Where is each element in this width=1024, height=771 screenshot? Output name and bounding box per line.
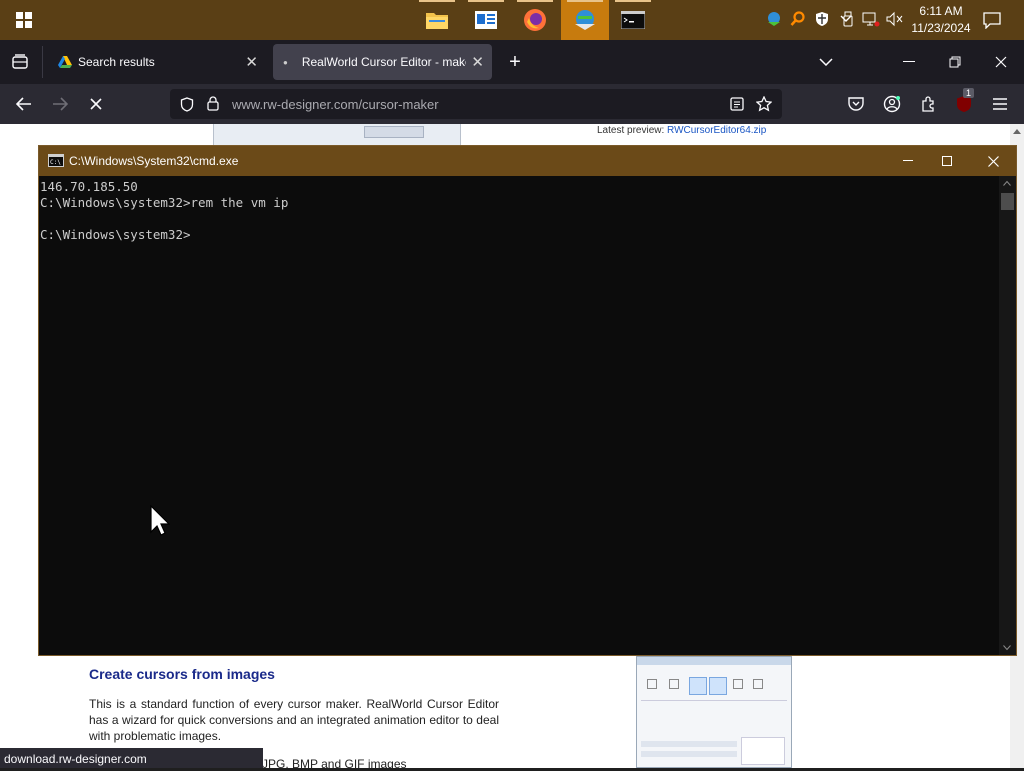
- close-icon: [90, 98, 102, 110]
- tray-clock[interactable]: 6:11 AM 11/23/2024: [908, 3, 974, 37]
- tray-shield-icon[interactable]: [813, 10, 831, 28]
- cmd-console-output[interactable]: 146.70.185.50 C:\Windows\system32>rem the…: [39, 176, 1001, 655]
- status-bar: download.rw-designer.com: [0, 748, 263, 768]
- account-icon: [883, 95, 901, 113]
- cmd-icon: C:\: [48, 154, 64, 167]
- pocket-button[interactable]: [844, 92, 868, 116]
- close-tab-icon[interactable]: ✕: [471, 53, 484, 71]
- latest-preview-line: Latest preview: RWCursorEditor64.zip: [597, 125, 766, 136]
- latest-preview-label: Latest preview:: [597, 125, 665, 136]
- tracking-shield-icon[interactable]: [180, 97, 194, 112]
- tab-label: Search results: [78, 55, 155, 69]
- taskbar-command-prompt[interactable]: [609, 0, 657, 40]
- partial-paragraph: JPG, BMP and GIF images: [262, 757, 407, 771]
- tab-label: RealWorld Cursor Editor - make: [301, 55, 466, 69]
- restore-icon: [949, 56, 961, 68]
- cursor-editor-screenshot: [636, 656, 792, 768]
- arrow-right-icon: [53, 97, 68, 111]
- news-icon: [475, 11, 497, 29]
- tab-realworld-cursor-editor[interactable]: ● RealWorld Cursor Editor - make ✕: [273, 44, 492, 80]
- console-line: 146.70.185.50: [40, 179, 138, 194]
- browser-nav-bar: www.rw-designer.com/cursor-maker 1: [0, 84, 1024, 124]
- taskbar-network-manager[interactable]: [561, 0, 609, 40]
- minimize-icon: [903, 61, 915, 62]
- cmd-title-bar[interactable]: C:\ C:\Windows\System32\cmd.exe: [39, 146, 1016, 176]
- console-line: C:\Windows\system32>rem the vm ip: [40, 195, 289, 210]
- terminal-icon: [621, 11, 645, 29]
- mouse-cursor-icon: [150, 505, 170, 536]
- scroll-up-arrow-icon[interactable]: [1013, 128, 1021, 134]
- reader-view-icon[interactable]: [730, 97, 744, 111]
- url-domain: www.rw-designer.com: [232, 97, 359, 112]
- taskbar-firefox[interactable]: [511, 0, 559, 40]
- latest-preview-link[interactable]: RWCursorEditor64.zip: [667, 125, 766, 136]
- cmd-scrollbar[interactable]: [999, 176, 1016, 655]
- tab-overview-button[interactable]: [8, 50, 32, 74]
- cmd-maximize-button[interactable]: [924, 146, 970, 176]
- taskbar: 6:11 AM 11/23/2024: [0, 0, 1024, 40]
- close-icon: [995, 56, 1007, 68]
- svg-text:C:\: C:\: [50, 159, 61, 166]
- clock-date: 11/23/2024: [911, 21, 971, 35]
- puzzle-piece-icon: [922, 96, 934, 112]
- stop-loading-button[interactable]: [84, 92, 108, 116]
- window-close-button[interactable]: [989, 50, 1013, 74]
- tray-search-icon[interactable]: [789, 10, 807, 28]
- windows-icon: [16, 12, 32, 28]
- lock-icon[interactable]: [207, 96, 219, 111]
- taskbar-news-app[interactable]: [462, 0, 510, 40]
- tab-search-results[interactable]: Search results ✕: [48, 44, 266, 80]
- bookmark-star-icon[interactable]: [756, 96, 772, 112]
- ublock-extension-button[interactable]: 1: [952, 88, 976, 116]
- google-drive-icon: [58, 55, 72, 68]
- extension-badge: 1: [963, 88, 975, 98]
- chevron-down-icon: [819, 58, 833, 66]
- back-button[interactable]: [12, 92, 36, 116]
- maximize-icon: [942, 156, 952, 166]
- address-bar[interactable]: www.rw-designer.com/cursor-maker: [170, 89, 782, 119]
- start-button[interactable]: [0, 0, 48, 40]
- hamburger-menu-icon: [993, 98, 1007, 110]
- minimize-icon: [903, 160, 913, 161]
- list-all-tabs-button[interactable]: [814, 50, 838, 74]
- console-prompt-line: C:\Windows\system32>: [40, 227, 191, 242]
- url-path: /cursor-maker: [358, 97, 439, 112]
- pocket-icon: [848, 97, 864, 111]
- globe-download-icon: [575, 10, 595, 30]
- new-tab-button[interactable]: +: [503, 50, 527, 74]
- clock-time: 6:11 AM: [919, 4, 963, 18]
- tray-network-manager-icon[interactable]: [765, 10, 783, 28]
- close-icon: [987, 155, 999, 167]
- tray-usb-icon[interactable]: [839, 10, 857, 28]
- tray-volume-muted-icon[interactable]: [886, 10, 904, 28]
- account-button[interactable]: [880, 92, 904, 116]
- section-paragraph: This is a standard function of every cur…: [89, 697, 499, 743]
- browser-tab-bar: Search results ✕ ● RealWorld Cursor Edit…: [0, 40, 1024, 84]
- arrow-left-icon: [16, 97, 31, 111]
- cmd-close-button[interactable]: [970, 146, 1016, 176]
- forward-button[interactable]: [48, 92, 72, 116]
- folder-icon: [426, 13, 448, 29]
- firefox-icon: [524, 9, 546, 31]
- notification-center-icon[interactable]: [982, 10, 1002, 30]
- tab-overview-icon: [12, 54, 28, 69]
- status-url: download.rw-designer.com: [4, 752, 147, 766]
- screenshot-image-top: [213, 124, 461, 146]
- taskbar-file-explorer[interactable]: [413, 0, 461, 40]
- extensions-button[interactable]: [916, 92, 940, 116]
- window-restore-button[interactable]: [943, 50, 967, 74]
- scroll-up-arrow-icon[interactable]: [1003, 180, 1011, 186]
- scroll-down-arrow-icon[interactable]: [1003, 645, 1011, 651]
- url-text: www.rw-designer.com/cursor-maker: [232, 97, 439, 112]
- app-menu-button[interactable]: [988, 92, 1012, 116]
- cmd-title-text: C:\Windows\System32\cmd.exe: [69, 154, 239, 168]
- close-tab-icon[interactable]: ✕: [245, 53, 258, 71]
- section-heading: Create cursors from images: [89, 666, 275, 682]
- cmd-scroll-thumb[interactable]: [1001, 193, 1014, 210]
- tray-network-icon[interactable]: [862, 10, 880, 28]
- window-minimize-button[interactable]: [897, 50, 921, 74]
- tab-loading-icon: ●: [283, 57, 288, 67]
- cmd-window[interactable]: C:\ C:\Windows\System32\cmd.exe 146.70.1…: [38, 145, 1017, 656]
